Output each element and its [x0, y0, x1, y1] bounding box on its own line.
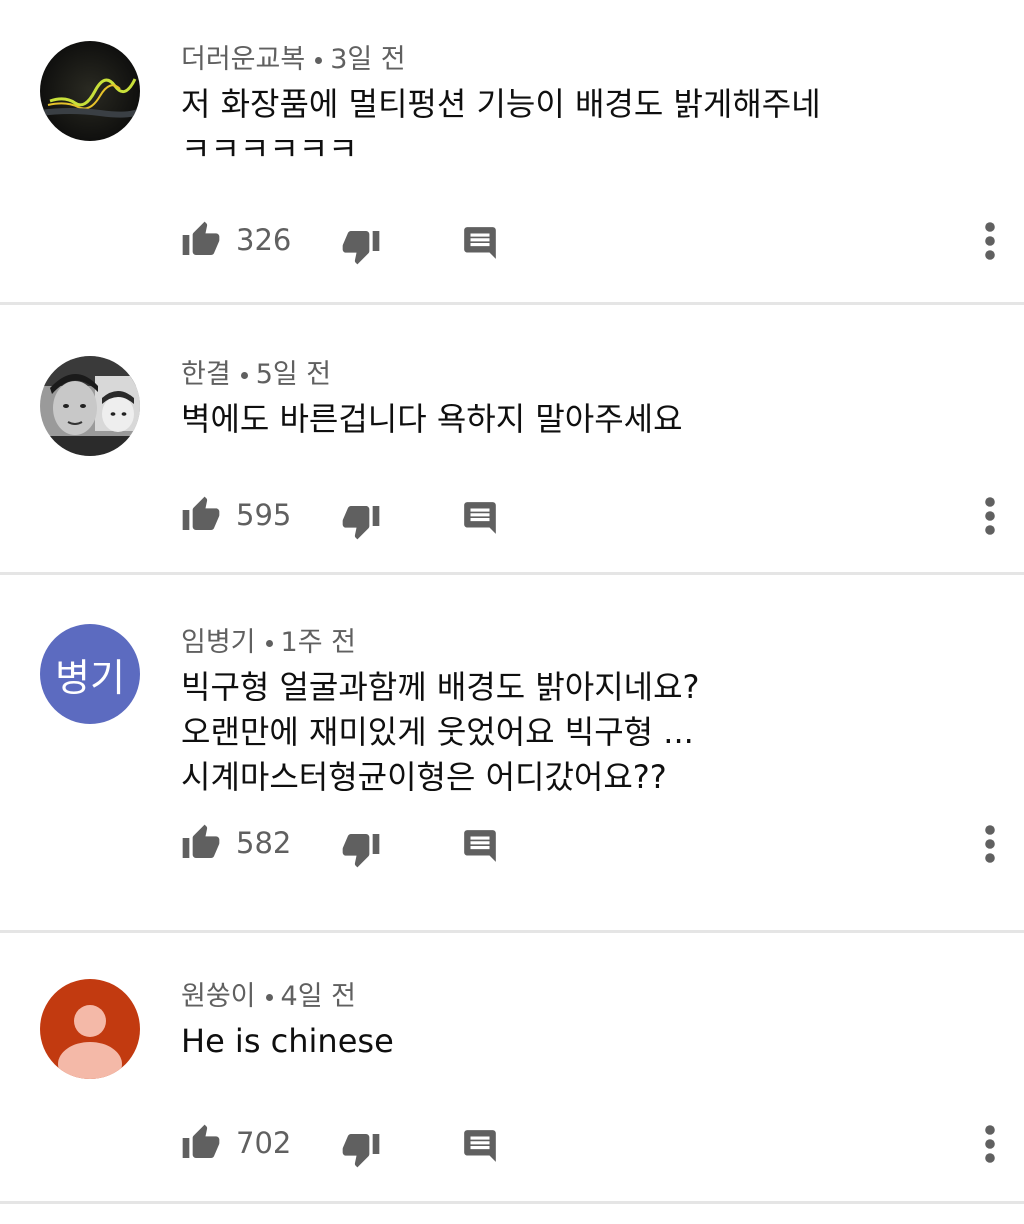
comment-text: 벽에도 바른겁니다 욕하지 말아주세요 — [181, 397, 964, 442]
like-count: 702 — [236, 1126, 292, 1160]
comment-text: 저 화장품에 멀티펑션 기능이 배경도 밝게해주네 ㅋㅋㅋㅋㅋㅋ — [181, 82, 964, 172]
comment-actions: 595 — [181, 493, 521, 540]
comment-meta: 임병기 1주 전 — [181, 623, 964, 663]
thumbs-up-icon[interactable] — [181, 823, 221, 863]
author-name[interactable]: 더러운교복 — [181, 44, 305, 75]
separator-dot-icon — [265, 994, 273, 1001]
reply-comment-icon[interactable] — [461, 827, 499, 865]
avatar[interactable] — [40, 356, 140, 456]
reply-comment-icon[interactable] — [461, 499, 499, 537]
comment-text-line: He is chinese — [181, 1022, 394, 1060]
more-options-icon[interactable] — [984, 221, 996, 261]
separator-dot-icon — [315, 57, 323, 64]
separator-dot-icon — [240, 372, 248, 379]
thumbs-down-icon[interactable] — [341, 226, 381, 266]
comment-item: 원쑹이 4일 전 He is chinese 702 — [0, 933, 1024, 1204]
author-name[interactable]: 한결 — [181, 359, 231, 390]
avatar-initials: 병기 — [55, 655, 125, 700]
like-count: 326 — [236, 223, 292, 257]
comment-item: 병기 임병기 1주 전 빅구형 얼굴과함께 배경도 밝아지네요? 오랜만에 재미있… — [0, 575, 1024, 933]
reply-comment-icon[interactable] — [461, 1127, 499, 1165]
comment-item: 더러운교복 3일 전 저 화장품에 멀티펑션 기능이 배경도 밝게해주네 ㅋㅋㅋㅋ… — [0, 0, 1024, 305]
comment-body: 더러운교복 3일 전 저 화장품에 멀티펑션 기능이 배경도 밝게해주네 ㅋㅋㅋㅋ… — [181, 40, 964, 172]
author-name[interactable]: 원쑹이 — [181, 981, 256, 1012]
comment-time: 1주 전 — [280, 627, 356, 658]
more-options-icon[interactable] — [984, 824, 996, 864]
comment-text-line: 저 화장품에 멀티펑션 기능이 배경도 밝게해주네 — [181, 85, 821, 123]
like-count: 582 — [236, 826, 292, 860]
comment-meta: 한결 5일 전 — [181, 355, 964, 395]
comment-item: 한결 5일 전 벽에도 바른겁니다 욕하지 말아주세요 595 — [0, 305, 1024, 575]
comment-text-line: 시계마스터형균이형은 어디갔어요?? — [181, 758, 667, 796]
thumbs-down-icon[interactable] — [341, 1129, 381, 1169]
avatar[interactable]: 병기 — [40, 624, 140, 724]
comment-meta: 더러운교복 3일 전 — [181, 40, 964, 80]
thumbs-up-icon[interactable] — [181, 1123, 221, 1163]
more-options-icon[interactable] — [984, 496, 996, 536]
comment-text: 빅구형 얼굴과함께 배경도 밝아지네요? 오랜만에 재미있게 웃었어요 빅구형 … — [181, 665, 964, 800]
avatar[interactable] — [40, 41, 140, 141]
more-options-icon[interactable] — [984, 1124, 996, 1164]
comment-meta: 원쑹이 4일 전 — [181, 977, 964, 1017]
comment-text-line: 벽에도 바른겁니다 욕하지 말아주세요 — [181, 400, 683, 438]
thumbs-down-icon[interactable] — [341, 501, 381, 541]
avatar[interactable] — [40, 979, 140, 1079]
thumbs-down-icon[interactable] — [341, 829, 381, 869]
avatar-photo-light-trail — [40, 41, 140, 141]
comment-actions: 702 — [181, 1121, 521, 1168]
author-name[interactable]: 임병기 — [181, 627, 256, 658]
comment-text-line: 오랜만에 재미있게 웃었어요 빅구형 ... — [181, 713, 694, 751]
comment-actions: 582 — [181, 821, 521, 868]
reply-comment-icon[interactable] — [461, 224, 499, 262]
default-person-icon — [58, 1005, 122, 1079]
comment-time: 4일 전 — [280, 981, 356, 1012]
comment-body: 한결 5일 전 벽에도 바른겁니다 욕하지 말아주세요 — [181, 355, 964, 442]
comment-time: 3일 전 — [330, 44, 406, 75]
comment-text: He is chinese — [181, 1019, 964, 1064]
like-count: 595 — [236, 498, 292, 532]
comment-text-line: 빅구형 얼굴과함께 배경도 밝아지네요? — [181, 668, 700, 706]
separator-dot-icon — [265, 640, 273, 647]
thumbs-up-icon[interactable] — [181, 495, 221, 535]
comment-body: 임병기 1주 전 빅구형 얼굴과함께 배경도 밝아지네요? 오랜만에 재미있게 웃… — [181, 623, 964, 800]
comment-body: 원쑹이 4일 전 He is chinese — [181, 977, 964, 1064]
thumbs-up-icon[interactable] — [181, 220, 221, 260]
comment-actions: 326 — [181, 218, 521, 265]
comment-time: 5일 전 — [255, 359, 332, 390]
comment-text-line: ㅋㅋㅋㅋㅋㅋ — [181, 130, 358, 168]
avatar-photo-bw-faces — [40, 356, 140, 456]
